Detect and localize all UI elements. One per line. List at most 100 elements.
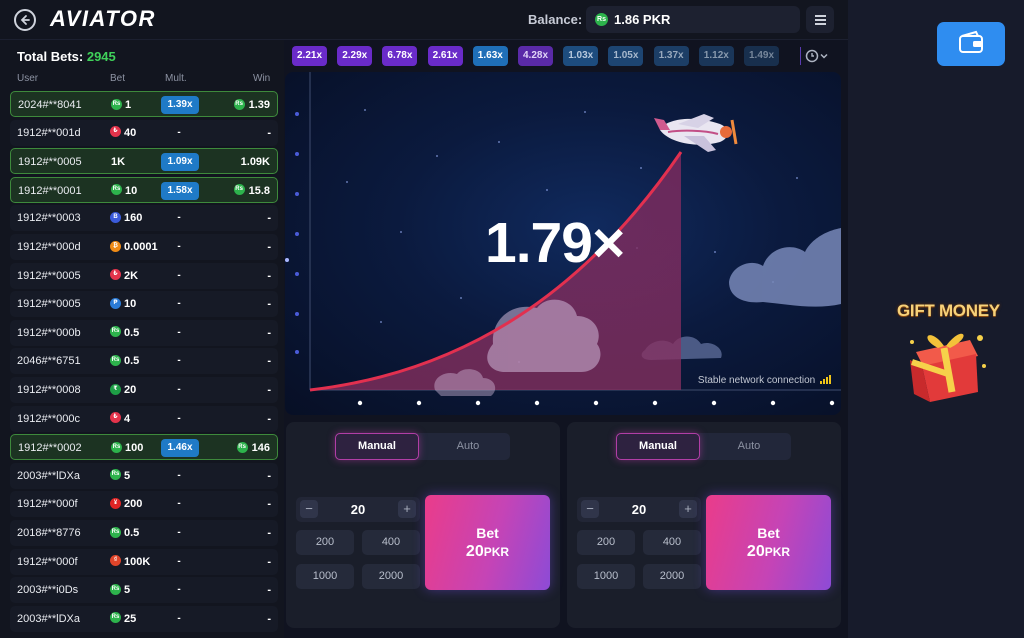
history-toggle-button[interactable] bbox=[800, 46, 834, 66]
bet-win: 1.09K bbox=[241, 156, 270, 168]
bet-user: 1912#**0005 bbox=[17, 269, 81, 282]
history-multiplier-chip[interactable]: 2.21x bbox=[292, 46, 328, 66]
bet-mode-tabs: Manual Auto bbox=[616, 433, 791, 460]
menu-button[interactable] bbox=[806, 6, 834, 33]
bet-amount-value: 10 bbox=[125, 184, 138, 197]
history-multiplier-chip[interactable]: 4.28x bbox=[518, 46, 554, 66]
bet-win: - bbox=[267, 498, 271, 510]
bet-amount-value: 40 bbox=[124, 126, 137, 139]
currency-coin-icon: Rs bbox=[110, 526, 121, 538]
bet-amount-value: 5 bbox=[124, 469, 131, 482]
bet-button[interactable]: Bet 20PKR bbox=[706, 495, 831, 590]
all-bets-panel: Total Bets: 2945 User Bet Mult. Win 2024… bbox=[0, 40, 284, 638]
history-multiplier-chip[interactable]: 1.05x bbox=[608, 46, 644, 66]
tab-auto[interactable]: Auto bbox=[426, 433, 510, 460]
bet-row: 1912#**000f ₫ 100K - - bbox=[10, 548, 278, 575]
history-multiplier-chip[interactable]: 2.61x bbox=[427, 46, 463, 66]
tab-auto[interactable]: Auto bbox=[707, 433, 791, 460]
bet-amount-value: 2K bbox=[124, 269, 139, 282]
back-button[interactable] bbox=[14, 9, 36, 31]
bet-panel-1: Manual Auto − 20 + 200 400 1000 2000 Bet… bbox=[286, 422, 560, 628]
history-multiplier-chip[interactable]: 1.63x bbox=[472, 46, 508, 66]
bet-win: - bbox=[267, 355, 271, 367]
decrease-bet-button[interactable]: − bbox=[300, 500, 318, 518]
bet-multiplier: - bbox=[177, 355, 181, 367]
bet-amount-input[interactable]: 20 bbox=[615, 502, 663, 517]
bet-win: - bbox=[267, 212, 271, 224]
increase-bet-button[interactable]: + bbox=[679, 500, 697, 518]
quick-amount-2000[interactable]: 2000 bbox=[643, 564, 701, 589]
bet-amount: ₺ 40 bbox=[110, 126, 137, 139]
bet-win: - bbox=[267, 584, 271, 596]
bet-win: - bbox=[267, 241, 271, 253]
bet-amount-value: 5 bbox=[124, 584, 131, 597]
bet-row: 1912#**0002 Rs 100 1.46x Rs 146 bbox=[10, 434, 278, 461]
bet-amount-value: 0.0001 bbox=[124, 241, 158, 253]
bet-win-value: - bbox=[267, 469, 271, 482]
tab-manual[interactable]: Manual bbox=[335, 433, 419, 460]
history-multiplier-chip[interactable]: 6.78x bbox=[382, 46, 418, 66]
history-multiplier-chip[interactable]: 1.03x bbox=[563, 46, 599, 66]
bet-user: 2003#**lDXa bbox=[17, 469, 80, 482]
bet-user: 1912#**000f bbox=[17, 555, 78, 568]
bet-multiplier: - bbox=[177, 241, 181, 252]
bet-amount: Rs 25 bbox=[110, 612, 136, 625]
current-multiplier: 1.79× bbox=[485, 211, 625, 275]
bet-multiplier: - bbox=[177, 212, 181, 224]
currency-coin-icon: ₿ bbox=[110, 240, 121, 252]
wallet-button[interactable] bbox=[937, 22, 1005, 66]
bet-amount-value: 100 bbox=[125, 442, 144, 455]
bet-amount-input[interactable]: 20 bbox=[334, 502, 382, 517]
airplane-icon bbox=[654, 114, 738, 152]
bet-row: 1912#**0005 1K 1.09x 1.09K bbox=[10, 148, 278, 175]
network-status-text: Stable network connection bbox=[697, 375, 816, 386]
bet-win-value: - bbox=[267, 298, 271, 311]
bet-win: - bbox=[267, 384, 271, 396]
bet-amount-value: 10 bbox=[124, 298, 137, 311]
wallet-icon bbox=[959, 30, 983, 53]
game-app: AVIATOR Balance: Rs 1.86 PKR Total Bets:… bbox=[0, 0, 848, 638]
bet-multiplier: - bbox=[177, 498, 181, 510]
quick-amount-400[interactable]: 400 bbox=[362, 530, 420, 555]
quick-amount-200[interactable]: 200 bbox=[296, 530, 354, 555]
bet-user: 1912#**001d bbox=[17, 126, 81, 139]
bet-button[interactable]: Bet 20PKR bbox=[425, 495, 550, 590]
bet-multiplier: - bbox=[177, 555, 181, 567]
quick-amount-200[interactable]: 200 bbox=[577, 530, 635, 555]
bet-currency: PKR bbox=[764, 545, 791, 559]
history-multiplier-chip[interactable]: 1.49x bbox=[744, 46, 780, 66]
bet-user: 1912#**0003 bbox=[17, 212, 81, 225]
bet-win-value: - bbox=[267, 584, 271, 597]
bet-amount: Rs 100 bbox=[111, 441, 144, 455]
signal-bars-icon bbox=[820, 375, 831, 384]
history-multiplier-chip[interactable]: 1.12x bbox=[698, 46, 734, 66]
bet-user: 1912#**000d bbox=[17, 241, 81, 253]
gift-box-icon[interactable] bbox=[908, 322, 988, 404]
history-multiplier-chip[interactable]: 1.37x bbox=[653, 46, 689, 66]
column-header-bet: Bet bbox=[110, 73, 126, 84]
quick-amount-1000[interactable]: 1000 bbox=[577, 564, 635, 589]
bet-amount: ¥200 bbox=[110, 497, 142, 510]
bet-row: 2003#**i0Ds Rs 5 - - bbox=[10, 577, 278, 604]
bet-amount: ₹20 bbox=[110, 383, 136, 396]
currency-coin-icon: Rs bbox=[110, 612, 121, 624]
hamburger-icon-line bbox=[815, 19, 826, 21]
bet-win: - bbox=[267, 127, 271, 139]
clock-icon bbox=[800, 47, 828, 65]
bet-row: 2003#**lDXa Rs 5 - - bbox=[10, 462, 278, 489]
bet-amount: 1K bbox=[111, 156, 125, 168]
increase-bet-button[interactable]: + bbox=[398, 500, 416, 518]
tab-manual[interactable]: Manual bbox=[616, 433, 700, 460]
quick-amount-2000[interactable]: 2000 bbox=[362, 564, 420, 589]
quick-amount-400[interactable]: 400 bbox=[643, 530, 701, 555]
bet-button-label: Bet bbox=[757, 525, 780, 541]
bet-multiplier: - bbox=[177, 584, 181, 596]
quick-amount-1000[interactable]: 1000 bbox=[296, 564, 354, 589]
bet-row: 1912#**000f ¥200 - - bbox=[10, 491, 278, 518]
hamburger-icon-line bbox=[815, 23, 826, 25]
history-multiplier-chip[interactable]: 2.29x bbox=[337, 46, 373, 66]
bet-multiplier: - bbox=[177, 126, 181, 138]
column-header-win: Win bbox=[253, 73, 271, 84]
decrease-bet-button[interactable]: − bbox=[581, 500, 599, 518]
bet-row: 2046#**6751 Rs 0.5 - - bbox=[10, 348, 278, 375]
